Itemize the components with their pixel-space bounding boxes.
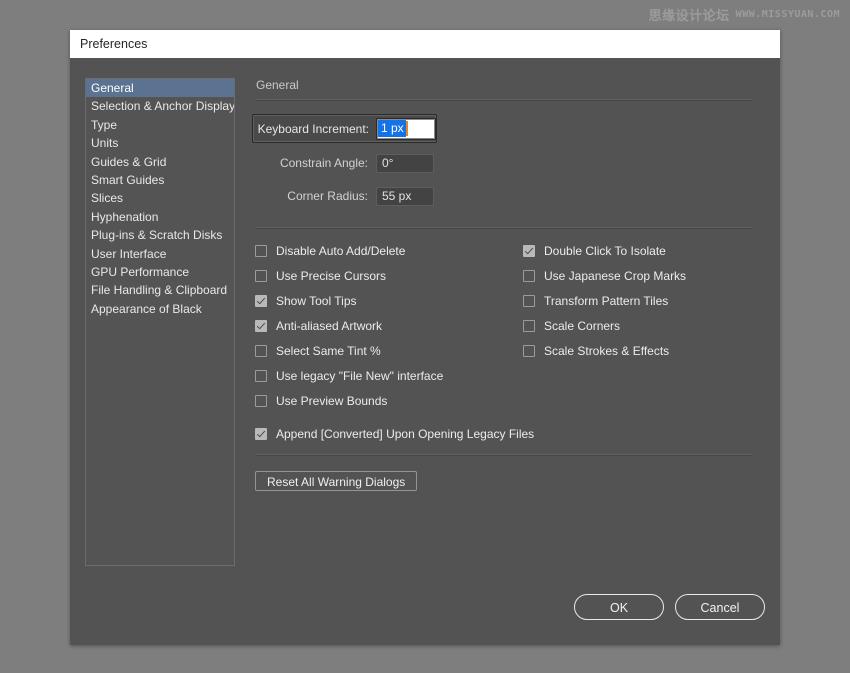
checkbox-label: Scale Corners: [544, 319, 620, 333]
checkbox-unchecked-icon[interactable]: [255, 345, 267, 357]
sidebar-item-units[interactable]: Units: [86, 134, 234, 152]
sidebar-item-smart-guides[interactable]: Smart Guides: [86, 171, 234, 189]
checkbox-label: Append [Converted] Upon Opening Legacy F…: [276, 427, 534, 441]
sidebar-item-gpu-performance[interactable]: GPU Performance: [86, 263, 234, 281]
keyboard-increment-input[interactable]: 1 px: [377, 119, 435, 139]
fields-group: Keyboard Increment:1 px Constrain Angle: C…: [255, 114, 755, 209]
sidebar-item-hyphenation[interactable]: Hyphenation: [86, 208, 234, 226]
checkbox-row[interactable]: Transform Pattern Tiles: [523, 293, 753, 309]
checkbox-row[interactable]: Use Preview Bounds: [255, 393, 523, 409]
field-row-constrain-angle: Constrain Angle:: [255, 150, 755, 176]
checkbox-label: Double Click To Isolate: [544, 244, 666, 258]
checkbox-unchecked-icon[interactable]: [523, 320, 535, 332]
checkbox-label: Scale Strokes & Effects: [544, 344, 669, 358]
checkbox-checked-icon[interactable]: [255, 320, 267, 332]
section-title-divider: [255, 99, 752, 101]
sidebar-item-selection-anchor-display[interactable]: Selection & Anchor Display: [86, 97, 234, 115]
field-label: Constrain Angle:: [255, 156, 376, 170]
checkbox-row[interactable]: Disable Auto Add/Delete: [255, 243, 523, 259]
input-corner-radius[interactable]: [376, 187, 434, 206]
sidebar-item-guides-grid[interactable]: Guides & Grid: [86, 153, 234, 171]
checkbox-label: Anti-aliased Artwork: [276, 319, 382, 333]
reset-section-divider: [255, 454, 752, 456]
checkbox-unchecked-icon[interactable]: [255, 370, 267, 382]
preferences-category-list[interactable]: GeneralSelection & Anchor DisplayTypeUni…: [85, 78, 235, 566]
checkbox-row[interactable]: Scale Corners: [523, 318, 753, 334]
ok-button[interactable]: OK: [574, 594, 664, 620]
field-row-keyboard-increment: Keyboard Increment:1 px: [252, 114, 437, 143]
checkbox-label: Transform Pattern Tiles: [544, 294, 668, 308]
checkbox-checked-icon[interactable]: [523, 245, 535, 257]
checkbox-columns: Disable Auto Add/Delete Use Precise Curso…: [255, 243, 755, 418]
dialog-footer: OK Cancel: [574, 594, 765, 620]
sidebar-item-type[interactable]: Type: [86, 116, 234, 134]
sidebar-item-file-handling-clipboard[interactable]: File Handling & Clipboard: [86, 281, 234, 299]
field-label: Corner Radius:: [255, 189, 376, 203]
checkbox-unchecked-icon[interactable]: [255, 395, 267, 407]
dialog-body: GeneralSelection & Anchor DisplayTypeUni…: [70, 58, 780, 645]
checkbox-unchecked-icon[interactable]: [523, 295, 535, 307]
checkbox-row[interactable]: Use Precise Cursors: [255, 268, 523, 284]
sidebar-item-plug-ins-scratch-disks[interactable]: Plug-ins & Scratch Disks: [86, 226, 234, 244]
watermark-url-text: WWW.MISSYUAN.COM: [736, 9, 840, 20]
checkbox-label: Use Precise Cursors: [276, 269, 386, 283]
dialog-titlebar: Preferences: [70, 30, 780, 58]
checkbox-unchecked-icon[interactable]: [255, 245, 267, 257]
field-row-corner-radius: Corner Radius:: [255, 183, 755, 209]
input-constrain-angle[interactable]: [376, 154, 434, 173]
checkbox-checked-icon[interactable]: [255, 295, 267, 307]
checkbox-unchecked-icon[interactable]: [523, 345, 535, 357]
checkbox-row[interactable]: Select Same Tint %: [255, 343, 523, 359]
field-label: Keyboard Increment:: [256, 122, 377, 136]
watermark: 思缘设计论坛 WWW.MISSYUAN.COM: [649, 5, 840, 24]
checkbox-wide-row: Append [Converted] Upon Opening Legacy F…: [255, 426, 755, 442]
checkbox-row[interactable]: Scale Strokes & Effects: [523, 343, 753, 359]
checkbox-label: Select Same Tint %: [276, 344, 381, 358]
sidebar-item-user-interface[interactable]: User Interface: [86, 245, 234, 263]
checkbox-column-left: Disable Auto Add/Delete Use Precise Curso…: [255, 243, 523, 418]
section-title: General: [255, 78, 755, 92]
checkbox-label: Disable Auto Add/Delete: [276, 244, 405, 258]
sidebar-item-slices[interactable]: Slices: [86, 189, 234, 207]
dialog-title: Preferences: [80, 37, 147, 51]
preferences-content-panel: General Keyboard Increment:1 px Constrain…: [255, 78, 755, 491]
checkbox-section-divider: [255, 227, 752, 229]
checkbox-unchecked-icon[interactable]: [255, 270, 267, 282]
selected-input-text: 1 px: [378, 120, 406, 137]
checkbox-row[interactable]: Append [Converted] Upon Opening Legacy F…: [255, 426, 755, 442]
checkbox-row[interactable]: Use legacy "File New" interface: [255, 368, 523, 384]
reset-all-warning-dialogs-button[interactable]: Reset All Warning Dialogs: [255, 471, 417, 491]
sidebar-item-general[interactable]: General: [86, 79, 234, 97]
watermark-cn-text: 思缘设计论坛: [649, 5, 730, 24]
checkbox-label: Use Preview Bounds: [276, 394, 387, 408]
checkbox-row[interactable]: Use Japanese Crop Marks: [523, 268, 753, 284]
checkbox-label: Show Tool Tips: [276, 294, 357, 308]
checkbox-label: Use legacy "File New" interface: [276, 369, 443, 383]
checkbox-label: Use Japanese Crop Marks: [544, 269, 686, 283]
checkbox-checked-icon[interactable]: [255, 428, 267, 440]
preferences-dialog: Preferences GeneralSelection & Anchor Di…: [70, 30, 780, 645]
text-caret: [406, 121, 408, 136]
checkbox-row[interactable]: Show Tool Tips: [255, 293, 523, 309]
checkbox-row[interactable]: Anti-aliased Artwork: [255, 318, 523, 334]
checkbox-row[interactable]: Double Click To Isolate: [523, 243, 753, 259]
sidebar-item-appearance-of-black[interactable]: Appearance of Black: [86, 300, 234, 318]
checkbox-unchecked-icon[interactable]: [523, 270, 535, 282]
checkbox-column-right: Double Click To Isolate Use Japanese Crop…: [523, 243, 753, 418]
cancel-button[interactable]: Cancel: [675, 594, 765, 620]
